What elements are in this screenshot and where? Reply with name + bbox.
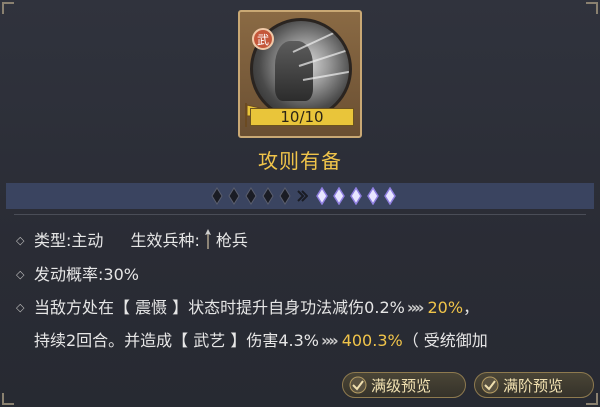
frame-corner [2,393,14,405]
rank-bar [6,183,594,209]
bright-gem-icon [316,187,328,205]
troop-label: 生效兵种: [130,231,200,250]
skill-name: 攻则有备 [258,149,342,173]
check-icon [349,376,367,394]
full-level-preview-label: 满级预览 [371,376,432,395]
frame-corner [586,2,598,14]
skill-card[interactable]: 武 10/10 [238,10,362,138]
skill-type-badge: 武 [252,28,274,50]
full-rank-preview-label: 满阶预览 [503,376,564,395]
divider [14,214,586,215]
description-row: ◇ 当敌方处在【 震慑 】状态时提升自身功法减伤0.2%»» 20%， [16,294,479,318]
bright-gem-icon [367,187,379,205]
dark-gem-icon [228,187,240,205]
spear-icon [204,229,211,249]
skill-detail-panel: 武 10/10 攻则有备 ◇ 类型:主动 生效兵种: 枪兵 ◇ 发动概率:30% [0,0,600,407]
trigger-rate-text: 发动概率:30% [34,265,139,284]
diamond-bullet-icon: ◇ [16,234,25,247]
dark-gem-icon [245,187,257,205]
skill-type-row: ◇ 类型:主动 生效兵种: 枪兵 [16,227,248,251]
description-part1: 当敌方处在【 震慑 】状态时提升自身功法减伤0.2% [34,298,405,317]
double-chevron-icon: »» [406,298,425,317]
dark-gem-icon [211,187,223,205]
frame-corner [2,2,14,14]
diamond-bullet-icon: ◇ [16,301,25,314]
bright-gem-icon [384,187,396,205]
description-comma: ， [463,298,480,317]
description-max-value1: 20% [427,298,464,317]
diamond-bullet-icon: ◇ [16,268,25,281]
check-icon [481,376,499,394]
light-streak [292,25,348,53]
dark-gem-icon [279,187,291,205]
bright-gem-icon [333,187,345,205]
description-row-continued: 持续2回合。并造成【 武艺 】伤害4.3%»» 400.3%（ 受统御加 [34,327,488,351]
skill-level-bar: 10/10 [250,108,354,126]
description-part2: 持续2回合。并造成【 武艺 】伤害4.3% [34,331,320,350]
skill-type-text: 类型:主动 [34,231,104,250]
double-chevron-icon: »» [321,331,339,350]
description-part3: （ 受统御加 [402,331,488,350]
full-level-preview-button[interactable]: 满级预览 [342,372,466,398]
troop-value: 枪兵 [215,231,248,250]
trigger-rate-row: ◇ 发动概率:30% [16,261,139,285]
dark-gem-icon [262,187,274,205]
double-chevron-icon [297,190,308,202]
full-rank-preview-button[interactable]: 满阶预览 [474,372,594,398]
bright-gem-icon [350,187,362,205]
rank-stars [211,186,401,206]
description-max-value2: 400.3% [341,331,403,350]
